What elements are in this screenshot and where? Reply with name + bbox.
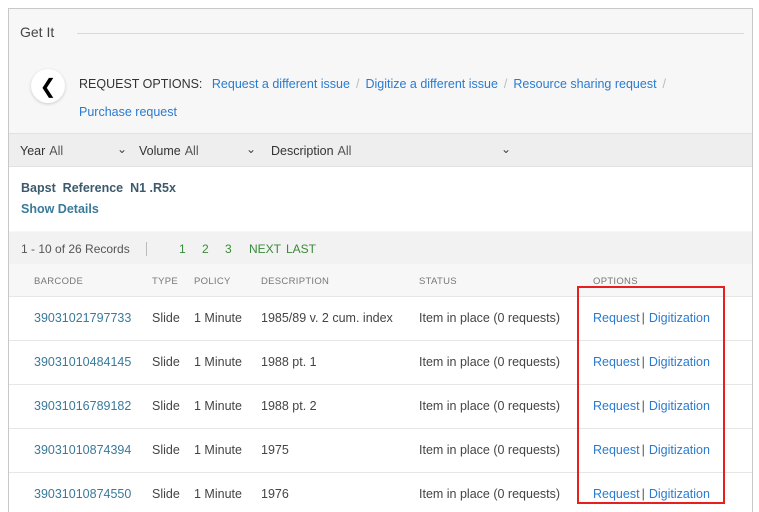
table-row: 39031010874394 Slide 1 Minute 1975 Item … bbox=[9, 428, 752, 472]
request-different-issue-link[interactable]: Request a different issue bbox=[212, 77, 350, 91]
item-type: Slide bbox=[152, 311, 180, 325]
digitization-link[interactable]: Digitization bbox=[649, 487, 710, 501]
separator: / bbox=[503, 77, 508, 91]
column-header-barcode: BARCODE bbox=[34, 276, 84, 287]
digitization-link[interactable]: Digitization bbox=[649, 443, 710, 457]
request-options: REQUEST OPTIONS: Request a different iss… bbox=[79, 76, 672, 92]
table-row: 39031010484145 Slide 1 Minute 1988 pt. 1… bbox=[9, 340, 752, 384]
item-description: 1976 bbox=[261, 487, 289, 501]
item-policy: 1 Minute bbox=[194, 399, 242, 413]
item-options: Request | Digitization bbox=[593, 487, 710, 501]
item-type: Slide bbox=[152, 355, 180, 369]
item-description: 1975 bbox=[261, 443, 289, 457]
volume-filter[interactable]: Volume All bbox=[139, 144, 199, 158]
record-count: 1 - 10 of 26 Records bbox=[21, 242, 130, 256]
page-link-2[interactable]: 2 bbox=[202, 242, 209, 256]
resource-sharing-request-link[interactable]: Resource sharing request bbox=[513, 77, 656, 91]
description-filter[interactable]: Description All bbox=[271, 144, 351, 158]
purchase-request-link[interactable]: Purchase request bbox=[79, 105, 177, 119]
item-policy: 1 Minute bbox=[194, 355, 242, 369]
item-options: Request | Digitization bbox=[593, 311, 710, 325]
location-name: Bapst Reference N1 .R5x bbox=[21, 181, 176, 195]
items-table: BARCODE TYPE POLICY DESCRIPTION STATUS O… bbox=[9, 264, 752, 512]
description-filter-value: All bbox=[337, 144, 352, 158]
barcode-link[interactable]: 39031016789182 bbox=[34, 399, 131, 413]
barcode-link[interactable]: 39031021797733 bbox=[34, 311, 131, 325]
description-filter-label: Description bbox=[271, 144, 334, 158]
section-title: Get It bbox=[20, 24, 55, 40]
options-separator: | bbox=[641, 487, 645, 501]
column-header-type: TYPE bbox=[152, 276, 179, 287]
barcode-link[interactable]: 39031010484145 bbox=[34, 355, 131, 369]
item-description: 1988 pt. 1 bbox=[261, 355, 317, 369]
get-it-panel: Get It ❮ REQUEST OPTIONS: Request a diff… bbox=[8, 8, 753, 512]
options-separator: | bbox=[641, 355, 645, 369]
item-type: Slide bbox=[152, 487, 180, 501]
year-filter[interactable]: Year All bbox=[20, 144, 63, 158]
column-header-options: OPTIONS bbox=[593, 276, 638, 287]
item-status: Item in place (0 requests) bbox=[419, 487, 561, 501]
chevron-left-icon: ❮ bbox=[39, 75, 57, 98]
request-link[interactable]: Request bbox=[593, 399, 640, 413]
back-button[interactable]: ❮ bbox=[31, 69, 65, 103]
volume-filter-value: All bbox=[184, 144, 199, 158]
request-link[interactable]: Request bbox=[593, 487, 640, 501]
digitization-link[interactable]: Digitization bbox=[649, 399, 710, 413]
request-link[interactable]: Request bbox=[593, 311, 640, 325]
column-header-description: DESCRIPTION bbox=[261, 276, 330, 287]
last-page-link[interactable]: LAST bbox=[286, 242, 316, 256]
item-options: Request | Digitization bbox=[593, 399, 710, 413]
item-description: 1988 pt. 2 bbox=[261, 399, 317, 413]
barcode-link[interactable]: 39031010874394 bbox=[34, 443, 131, 457]
item-status: Item in place (0 requests) bbox=[419, 355, 561, 369]
show-details-link[interactable]: Show Details bbox=[21, 202, 99, 216]
item-type: Slide bbox=[152, 399, 180, 413]
table-row: 39031021797733 Slide 1 Minute 1985/89 v.… bbox=[9, 296, 752, 340]
column-header-status: STATUS bbox=[419, 276, 457, 287]
request-options-line-2: Purchase request bbox=[79, 104, 177, 120]
separator: / bbox=[662, 77, 667, 91]
table-row: 39031016789182 Slide 1 Minute 1988 pt. 2… bbox=[9, 384, 752, 428]
chevron-down-icon[interactable]: ⌄ bbox=[501, 142, 511, 156]
item-options: Request | Digitization bbox=[593, 443, 710, 457]
chevron-down-icon[interactable]: ⌄ bbox=[246, 142, 256, 156]
pager-divider bbox=[146, 242, 147, 256]
section-header: Get It bbox=[9, 9, 752, 55]
header-divider bbox=[77, 33, 744, 34]
table-row: 39031010874550 Slide 1 Minute 1976 Item … bbox=[9, 472, 752, 512]
digitization-link[interactable]: Digitization bbox=[649, 355, 710, 369]
item-options: Request | Digitization bbox=[593, 355, 710, 369]
table-header: BARCODE TYPE POLICY DESCRIPTION STATUS O… bbox=[9, 264, 752, 296]
request-link[interactable]: Request bbox=[593, 355, 640, 369]
pagination-bar: 1 - 10 of 26 Records 1 2 3 NEXT LAST bbox=[9, 232, 752, 264]
item-policy: 1 Minute bbox=[194, 443, 242, 457]
item-status: Item in place (0 requests) bbox=[419, 399, 561, 413]
page-link-1[interactable]: 1 bbox=[179, 242, 186, 256]
item-type: Slide bbox=[152, 443, 180, 457]
options-separator: | bbox=[641, 311, 645, 325]
column-header-policy: POLICY bbox=[194, 276, 231, 287]
item-policy: 1 Minute bbox=[194, 311, 242, 325]
digitize-different-issue-link[interactable]: Digitize a different issue bbox=[365, 77, 497, 91]
item-status: Item in place (0 requests) bbox=[419, 311, 561, 325]
item-description: 1985/89 v. 2 cum. index bbox=[261, 311, 393, 325]
chevron-down-icon[interactable]: ⌄ bbox=[117, 142, 127, 156]
location-block: Bapst Reference N1 .R5x Show Details bbox=[9, 167, 752, 231]
separator: / bbox=[355, 77, 360, 91]
options-separator: | bbox=[641, 399, 645, 413]
barcode-link[interactable]: 39031010874550 bbox=[34, 487, 131, 501]
next-page-link[interactable]: NEXT bbox=[249, 242, 281, 256]
options-separator: | bbox=[641, 443, 645, 457]
year-filter-value: All bbox=[49, 144, 64, 158]
item-status: Item in place (0 requests) bbox=[419, 443, 561, 457]
filter-bar: Year All ⌄ Volume All ⌄ Description All ⌄ bbox=[9, 133, 752, 167]
digitization-link[interactable]: Digitization bbox=[649, 311, 710, 325]
request-link[interactable]: Request bbox=[593, 443, 640, 457]
year-filter-label: Year bbox=[20, 144, 46, 158]
volume-filter-label: Volume bbox=[139, 144, 181, 158]
request-options-label: REQUEST OPTIONS: bbox=[79, 77, 203, 91]
page-link-3[interactable]: 3 bbox=[225, 242, 232, 256]
item-policy: 1 Minute bbox=[194, 487, 242, 501]
